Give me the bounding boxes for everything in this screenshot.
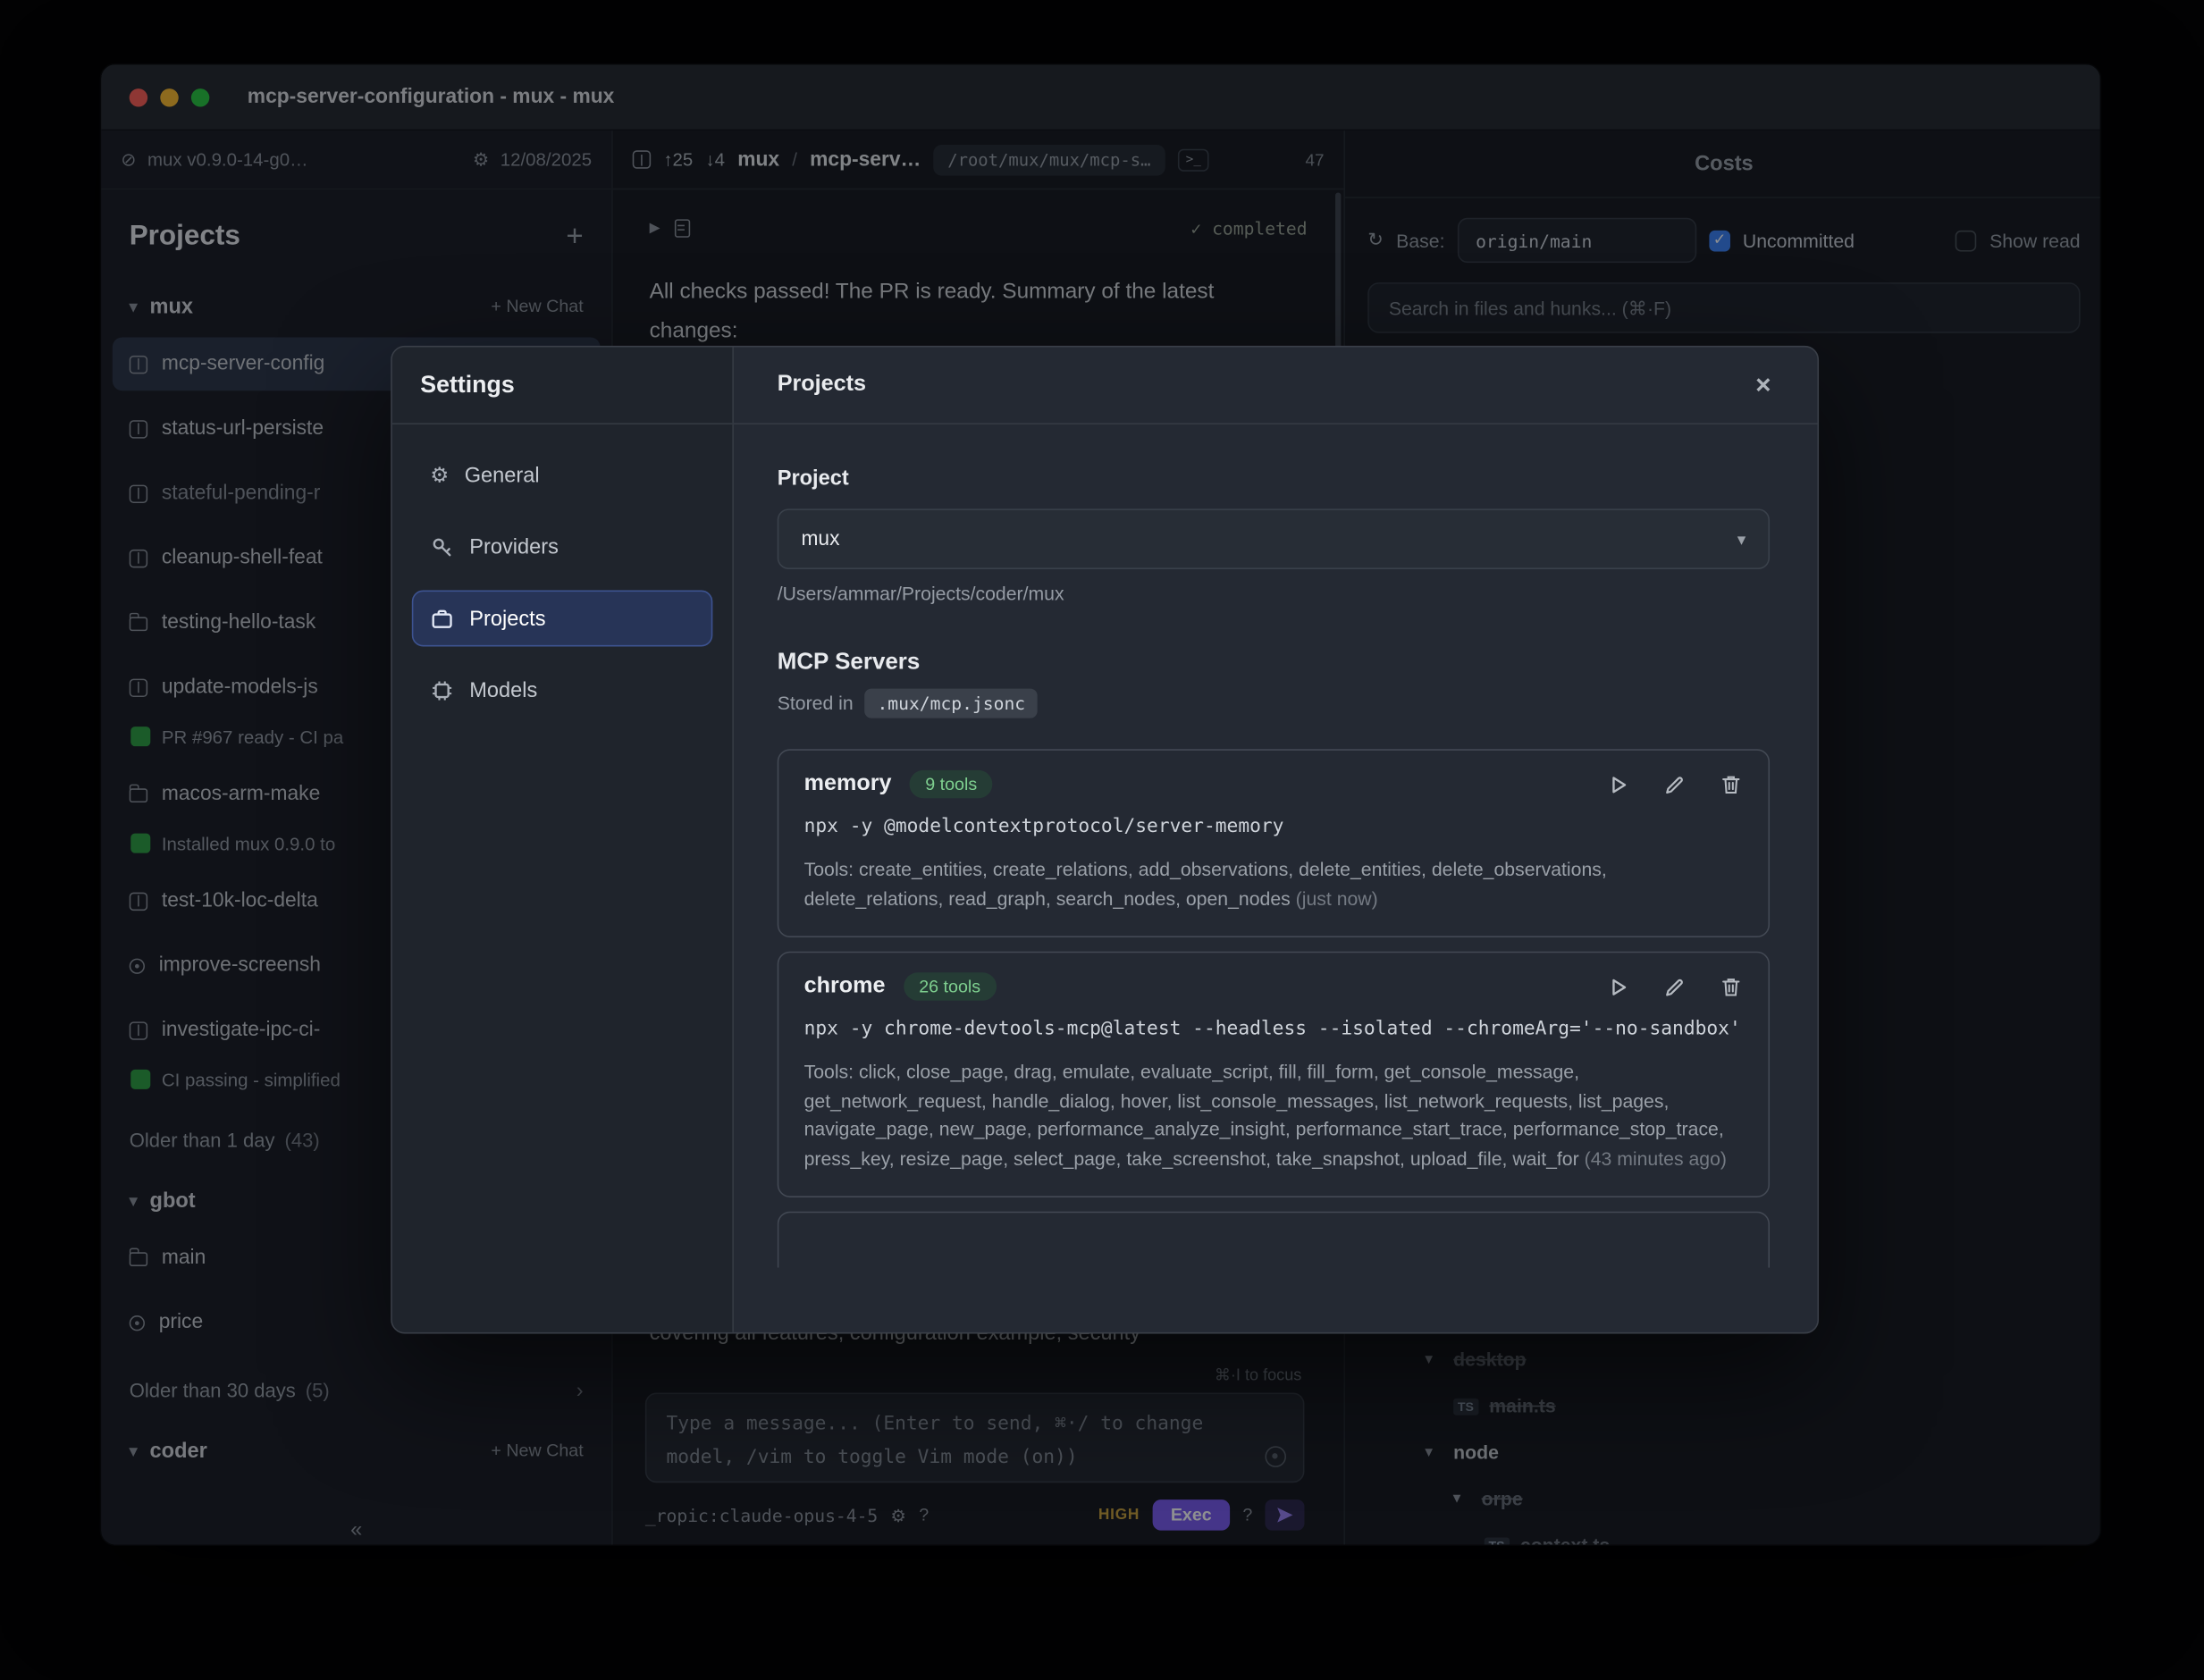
settings-nav-models[interactable]: Models — [412, 662, 713, 718]
server-name: chrome — [804, 974, 886, 999]
gear-icon: ⚙ — [430, 465, 449, 486]
nav-label: Projects — [469, 607, 545, 631]
project-select[interactable]: mux ▾ — [778, 508, 1770, 569]
briefcase-icon — [430, 607, 454, 631]
run-server-icon[interactable] — [1607, 772, 1631, 796]
mcp-server-card-partial — [778, 1212, 1770, 1268]
close-icon[interactable]: × — [1755, 372, 1771, 399]
key-icon — [430, 534, 454, 559]
mcp-servers-heading: MCP Servers — [778, 650, 1770, 676]
project-path: /Users/ammar/Projects/coder/mux — [778, 584, 1770, 605]
tools-timestamp: (just now) — [1296, 887, 1378, 909]
settings-content: Projects × Project mux ▾ /Users/ammar/Pr… — [734, 347, 1818, 1331]
settings-nav: ⚙ General Providers — [392, 424, 733, 741]
nav-label: Models — [469, 678, 537, 702]
settings-title: Settings — [392, 347, 733, 424]
nav-label: Providers — [469, 534, 559, 559]
settings-panel-body: Project mux ▾ /Users/ammar/Projects/code… — [734, 424, 1818, 1332]
settings-sidebar: Settings ⚙ General Providers — [392, 347, 734, 1331]
settings-nav-general[interactable]: ⚙ General — [412, 447, 713, 503]
edit-server-icon[interactable] — [1663, 772, 1687, 796]
project-select-value: mux — [801, 528, 839, 550]
stored-in-row: Stored in .mux/mcp.jsonc — [778, 689, 1770, 718]
chevron-down-icon: ▾ — [1737, 529, 1746, 549]
mcp-config-path-chip: .mux/mcp.jsonc — [864, 689, 1038, 718]
server-command: npx -y @modelcontextprotocol/server-memo… — [804, 812, 1744, 842]
edit-server-icon[interactable] — [1663, 975, 1687, 999]
settings-nav-providers[interactable]: Providers — [412, 518, 713, 575]
mcp-server-card-memory: memory 9 tools — [778, 749, 1770, 937]
tools-count-badge: 9 tools — [910, 770, 993, 798]
tools-count-badge: 26 tools — [904, 972, 996, 1000]
settings-panel-header: Projects × — [734, 347, 1818, 424]
tools-list: Tools: create_entities, create_relations… — [804, 859, 1607, 909]
server-tools: Tools: click, close_page, drag, emulate,… — [804, 1058, 1744, 1173]
settings-nav-projects[interactable]: Projects — [412, 591, 713, 647]
project-label: Project — [778, 466, 1770, 491]
chip-icon — [430, 678, 454, 702]
server-name: memory — [804, 771, 892, 796]
mcp-server-card-chrome: chrome 26 tools — [778, 952, 1770, 1197]
run-server-icon[interactable] — [1607, 975, 1631, 999]
settings-dialog: Settings ⚙ General Providers — [391, 346, 1819, 1334]
stage: mcp-server-configuration - mux - mux ⊘ m… — [0, 0, 2204, 1679]
delete-server-icon[interactable] — [1719, 975, 1743, 999]
server-command: npx -y chrome-devtools-mcp@latest --head… — [804, 1014, 1744, 1044]
stored-in-label: Stored in — [778, 693, 854, 714]
panel-title: Projects — [778, 373, 866, 398]
app-window: mcp-server-configuration - mux - mux ⊘ m… — [100, 63, 2102, 1546]
server-tools: Tools: create_entities, create_relations… — [804, 856, 1744, 913]
tools-timestamp: (43 minutes ago) — [1585, 1147, 1727, 1169]
delete-server-icon[interactable] — [1719, 772, 1743, 796]
nav-label: General — [465, 463, 540, 487]
